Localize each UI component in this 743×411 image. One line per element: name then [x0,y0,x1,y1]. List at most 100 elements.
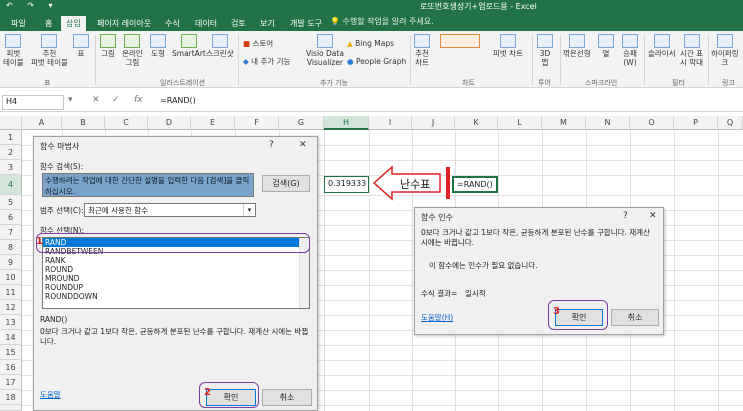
smartart-button[interactable]: SmartArt [172,34,206,58]
tab-formulas[interactable]: 수식 [160,16,185,31]
col-header-l[interactable]: L [498,116,542,130]
col-header-a[interactable]: A [22,116,62,130]
col-header-k[interactable]: K [455,116,498,130]
list-item[interactable]: MROUND [43,274,309,283]
bing-maps-button[interactable]: ▲ Bing Maps [347,39,394,48]
row-header-1[interactable]: 1 [0,130,22,145]
col-header-m[interactable]: M [542,116,586,130]
picture-button[interactable]: 그림 [100,34,116,58]
quick-access-toolbar[interactable]: ↶ ↷ ▾ [6,1,59,10]
row-header-11[interactable]: 11 [0,285,22,300]
help-button[interactable]: ? [269,140,274,150]
col-header-b[interactable]: B [62,116,105,130]
function-search-input[interactable]: 수행하려는 작업에 대한 간단한 설명을 입력한 다음 [검색]을 클릭하십시오… [42,173,254,197]
pivot-chart-button[interactable]: 피벗 차트 [493,34,523,58]
tab-review[interactable]: 검토 [226,16,251,31]
help-link[interactable]: 도움말 [40,389,61,400]
chevron-down-icon[interactable]: ▾ [243,204,255,216]
cell-h4[interactable]: 0.319333 [324,176,369,193]
category-select[interactable]: 최근에 사용한 함수 ▾ [84,203,256,217]
name-box[interactable]: H4 [2,95,64,110]
tab-developer[interactable]: 개발 도구 [285,16,327,31]
row-header-2[interactable]: 2 [0,145,22,160]
list-item[interactable]: ROUNDDOWN [43,292,309,301]
pivot-table-button[interactable]: 피벗 테이블 [3,34,24,67]
annotation-number-1: 1 [36,236,43,247]
cancel-button[interactable]: 취소 [611,309,659,326]
col-header-p[interactable]: P [674,116,718,130]
tab-file[interactable]: 파일 [6,16,31,31]
list-item[interactable]: RANK [43,256,309,265]
globe-icon [537,34,553,48]
row-header-19[interactable] [0,405,22,411]
row-header-3[interactable]: 3 [0,160,22,175]
people-graph-button[interactable]: ● People Graph [347,57,406,66]
recommended-pivot-button[interactable]: 추천 피벗 테이블 [31,34,68,67]
visio-visualizer-button[interactable]: Visio Data Visualizer [306,34,344,67]
close-icon[interactable]: ✕ [649,211,657,221]
col-header-n[interactable]: N [586,116,630,130]
row-header-13[interactable]: 13 [0,315,22,330]
shapes-button[interactable]: 도형 [150,34,166,58]
row-header-17[interactable]: 17 [0,375,22,390]
search-button[interactable]: 검색(G) [262,175,310,192]
row-header-9[interactable]: 9 [0,255,22,270]
list-item[interactable]: ROUND [43,265,309,274]
cancel-icon[interactable]: ✕ [92,95,100,105]
close-icon[interactable]: ✕ [299,140,307,150]
row-header-6[interactable]: 6 [0,210,22,225]
sparkline-column-button[interactable]: 열 [598,34,614,58]
tell-me-box[interactable]: 💡 수행할 작업을 알려 주세요. [330,16,434,27]
row-header-7[interactable]: 7 [0,225,22,240]
col-header-j[interactable]: J [412,116,455,130]
row-header-4[interactable]: 4 [0,175,22,195]
store-button[interactable]: ■ 스토어 [243,39,273,48]
col-header-q[interactable]: Q [718,116,743,130]
formula-input[interactable]: =RAND() [160,96,196,105]
row-header-14[interactable]: 14 [0,330,22,345]
timeline-button[interactable]: 시간 표 시 막대 [680,34,703,67]
cancel-button[interactable]: 취소 [262,389,312,406]
row-header-15[interactable]: 15 [0,345,22,360]
group-filters: 필터 [672,79,685,87]
row-header-8[interactable]: 8 [0,240,22,255]
col-header-f[interactable]: F [235,116,279,130]
name-box-dropdown-icon[interactable]: ▾ [68,95,73,105]
tab-view[interactable]: 보기 [255,16,280,31]
table-button[interactable]: 표 [73,34,89,58]
row-header-10[interactable]: 10 [0,270,22,285]
col-header-c[interactable]: C [105,116,148,130]
select-all-corner[interactable] [0,116,22,130]
my-addins-button[interactable]: ◆ 내 추가 기능 [243,57,290,66]
3d-map-button[interactable]: 3D 맵 [537,34,553,67]
col-header-d[interactable]: D [148,116,191,130]
sparkline-winloss-button[interactable]: 승패 (W) [622,34,638,67]
row-header-5[interactable]: 5 [0,195,22,210]
col-header-g[interactable]: G [279,116,324,130]
tab-page-layout[interactable]: 페이지 레이아웃 [92,16,156,31]
help-link[interactable]: 도움말(H) [421,312,453,323]
online-picture-button[interactable]: 온라인 그림 [122,34,143,67]
row-header-12[interactable]: 12 [0,300,22,315]
insert-function-icon[interactable]: fx [134,95,143,105]
help-button[interactable]: ? [623,211,628,221]
col-header-i[interactable]: I [369,116,412,130]
hyperlink-button[interactable]: 하이퍼링 크 [711,34,739,67]
tab-home[interactable]: 홈 [40,16,57,31]
row-header-16[interactable]: 16 [0,360,22,375]
tab-insert[interactable]: 삽입 [61,16,86,31]
slicer-button[interactable]: 슬라이서 [648,34,676,58]
col-header-h[interactable]: H [324,116,369,130]
screenshot-button[interactable]: 스크린샷 [206,34,234,58]
col-header-e[interactable]: E [191,116,235,130]
search-label: 함수 검색(S): [40,162,84,171]
chart-types-button[interactable] [440,34,480,49]
row-header-18[interactable]: 18 [0,390,22,405]
sparkline-line-button[interactable]: 꺾은선형 [563,34,591,58]
cell-k4[interactable]: =RAND() [452,176,498,193]
col-header-o[interactable]: O [630,116,674,130]
enter-icon[interactable]: ✓ [112,95,120,105]
recommended-charts-button[interactable]: 추천 차트 [414,34,430,67]
tab-data[interactable]: 데이터 [190,16,222,31]
list-item[interactable]: ROUNDUP [43,283,309,292]
